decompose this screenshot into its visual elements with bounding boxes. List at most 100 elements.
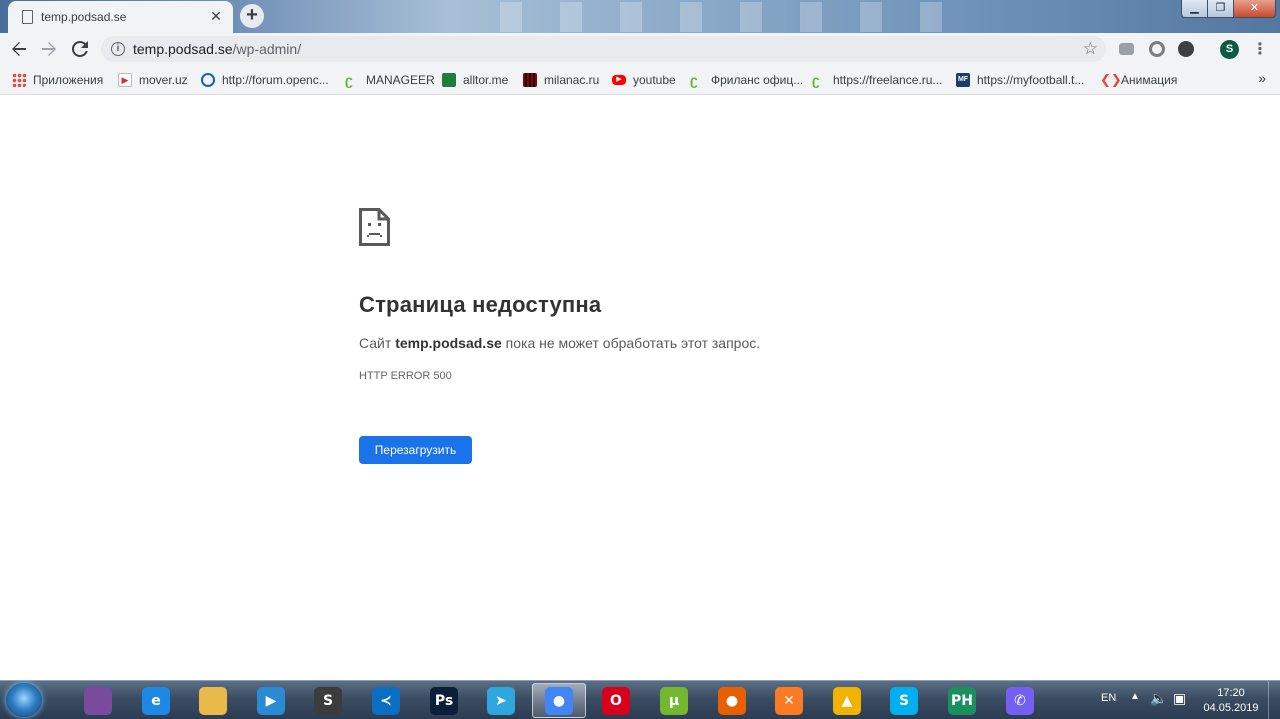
- bookmark-label: mover.uz: [139, 73, 188, 87]
- opera-extension-icon[interactable]: [1149, 41, 1165, 57]
- taskbar-app[interactable]: S: [877, 683, 931, 718]
- browser-toolbar: i temp.podsad.se/wp-admin/ ☆ S ⋮: [0, 33, 1280, 64]
- opera-icon: O: [602, 686, 630, 715]
- bookmark-item[interactable]: ▶ youtube: [612, 72, 676, 88]
- bookmark-item[interactable]: ʗ https://freelance.ru...: [812, 72, 942, 88]
- page-icon: [22, 10, 33, 24]
- taskbar-app[interactable]: PH: [935, 683, 989, 718]
- winrar-icon: [84, 686, 112, 715]
- forward-button[interactable]: [38, 38, 60, 60]
- taskbar-app[interactable]: µ: [647, 683, 701, 718]
- back-button[interactable]: [8, 38, 30, 60]
- arrow-right-icon: [42, 42, 56, 56]
- bookmark-star-icon[interactable]: ☆: [1083, 39, 1098, 59]
- bookmark-item[interactable]: milanac.ru: [523, 72, 599, 88]
- close-tab-icon[interactable]: ✕: [207, 7, 225, 25]
- viber-icon: ✆: [1006, 686, 1034, 715]
- taskbar-app[interactable]: ●: [532, 683, 586, 718]
- taskbar-app[interactable]: ≺: [359, 683, 413, 718]
- page-content: Страница недоступна Сайт temp.podsad.se …: [0, 96, 1280, 680]
- url-host: temp.podsad.se: [133, 41, 233, 57]
- alltor-icon: [442, 73, 456, 87]
- bookmark-item[interactable]: alltor.me: [442, 72, 508, 88]
- taskbar-app[interactable]: ▲: [820, 683, 874, 718]
- browser-tab[interactable]: temp.podsad.se ✕: [8, 1, 233, 33]
- reload-icon: [71, 40, 88, 57]
- menu-dots-icon[interactable]: ⋮: [1252, 39, 1268, 59]
- language-indicator[interactable]: EN: [1101, 692, 1116, 704]
- bookmark-item[interactable]: ❮❯ Анимация: [1100, 72, 1177, 88]
- taskbar-app[interactable]: ●: [705, 683, 759, 718]
- taskbar-app[interactable]: ✕: [762, 683, 816, 718]
- bookmarks-bar: Приложения ▶ mover.uz http://forum.openc…: [0, 64, 1280, 95]
- bookmark-item[interactable]: ▶ mover.uz: [118, 72, 188, 88]
- youtube-icon: ▶: [612, 75, 626, 85]
- sad-page-icon: [359, 208, 390, 246]
- taskbar-app[interactable]: [71, 683, 125, 718]
- freelance-leaf-icon: ʗ: [690, 72, 698, 88]
- reload-button[interactable]: [69, 38, 91, 60]
- error-desc-suffix: пока не может обработать этот запрос.: [505, 335, 761, 351]
- shield-extension-icon[interactable]: [1178, 41, 1194, 57]
- chrome-icon: ●: [545, 686, 573, 715]
- error-desc-host: temp.podsad.se: [395, 335, 502, 351]
- bookmark-label: milanac.ru: [544, 73, 600, 87]
- network-icon[interactable]: ▣: [1173, 690, 1186, 707]
- clock-time: 17:20: [1217, 687, 1245, 699]
- new-tab-button[interactable]: +: [240, 4, 264, 28]
- bookmark-item[interactable]: MF https://myfootball.t...: [956, 72, 1084, 88]
- window-title-bar: temp.podsad.se ✕ + ▁ ❐ ✕: [0, 0, 1280, 33]
- taskbar-app[interactable]: [186, 683, 240, 718]
- maximize-button[interactable]: ❐: [1207, 0, 1234, 18]
- internet-explorer-icon: e: [142, 686, 170, 715]
- error-description: Сайт temp.podsad.se пока не может обрабо…: [359, 335, 760, 351]
- bookmark-label: http://forum.openc...: [222, 73, 329, 87]
- desktop-wallpaper-decoration: [500, 2, 980, 32]
- archicad-icon: ▲: [833, 686, 861, 715]
- profile-avatar[interactable]: S: [1220, 40, 1239, 59]
- sublime-text-icon: S: [314, 686, 342, 715]
- bookmark-label: MANAGEER: [366, 73, 435, 87]
- show-desktop-button[interactable]: [1268, 681, 1280, 719]
- bookmark-item[interactable]: http://forum.openc...: [201, 72, 329, 88]
- url-text: temp.podsad.se/wp-admin/: [133, 41, 301, 57]
- arrow-left-icon: [12, 42, 26, 56]
- address-bar[interactable]: i temp.podsad.se/wp-admin/ ☆: [101, 36, 1106, 62]
- bookmark-label: Приложения: [33, 73, 104, 87]
- taskbar-app[interactable]: ✆: [993, 683, 1047, 718]
- freelance-leaf-icon: ʗ: [345, 72, 353, 88]
- bookmark-label: Анимация: [1121, 73, 1178, 87]
- taskbar-app[interactable]: e: [129, 683, 183, 718]
- reload-page-button[interactable]: Перезагрузить: [359, 436, 472, 464]
- bookmark-item[interactable]: ʗ MANAGEER: [345, 72, 435, 88]
- clock-date: 04.05.2019: [1203, 702, 1259, 714]
- phpstorm-icon: PH: [948, 686, 976, 715]
- clock[interactable]: 17:20 04.05.2019: [1200, 686, 1262, 716]
- tab-title: temp.podsad.se: [41, 10, 127, 24]
- volume-icon[interactable]: 🔈: [1150, 690, 1167, 707]
- bookmark-label: https://myfootball.t...: [977, 73, 1085, 87]
- windows-taskbar: e ▶ S ≺ Ps ➤ ● Oµ ● ✕ ▲ S PH ✆ EN ▲ 🔈 ▣ 17:20 04.05.2…: [0, 680, 1280, 719]
- taskbar-app[interactable]: S: [301, 683, 355, 718]
- bookmark-label: Фриланс офиц...: [711, 73, 804, 87]
- taskbar-app[interactable]: ➤: [474, 683, 528, 718]
- code-brackets-icon: ❮❯: [1100, 72, 1122, 87]
- bookmark-item[interactable]: ʗ Фриланс офиц...: [690, 72, 803, 88]
- close-window-button[interactable]: ✕: [1233, 0, 1276, 18]
- camera-extension-icon[interactable]: [1119, 43, 1134, 55]
- mover-icon: ▶: [118, 73, 132, 87]
- bookmark-label: alltor.me: [463, 73, 509, 87]
- freelance-leaf-icon: ʗ: [812, 72, 820, 88]
- taskbar-app[interactable]: Ps: [417, 683, 471, 718]
- more-bookmarks-chevron-icon[interactable]: »: [1258, 70, 1266, 86]
- tray-expand-icon[interactable]: ▲: [1130, 691, 1140, 702]
- firefox-icon: ●: [718, 686, 746, 715]
- taskbar-app[interactable]: O: [589, 683, 643, 718]
- bookmark-item[interactable]: Приложения: [12, 72, 103, 88]
- apps-grid-icon: [12, 73, 26, 87]
- minimize-button[interactable]: ▁: [1181, 0, 1208, 18]
- taskbar-app[interactable]: ▶: [244, 683, 298, 718]
- error-title: Страница недоступна: [359, 292, 602, 317]
- start-button[interactable]: [6, 683, 42, 717]
- site-info-icon[interactable]: i: [111, 42, 125, 56]
